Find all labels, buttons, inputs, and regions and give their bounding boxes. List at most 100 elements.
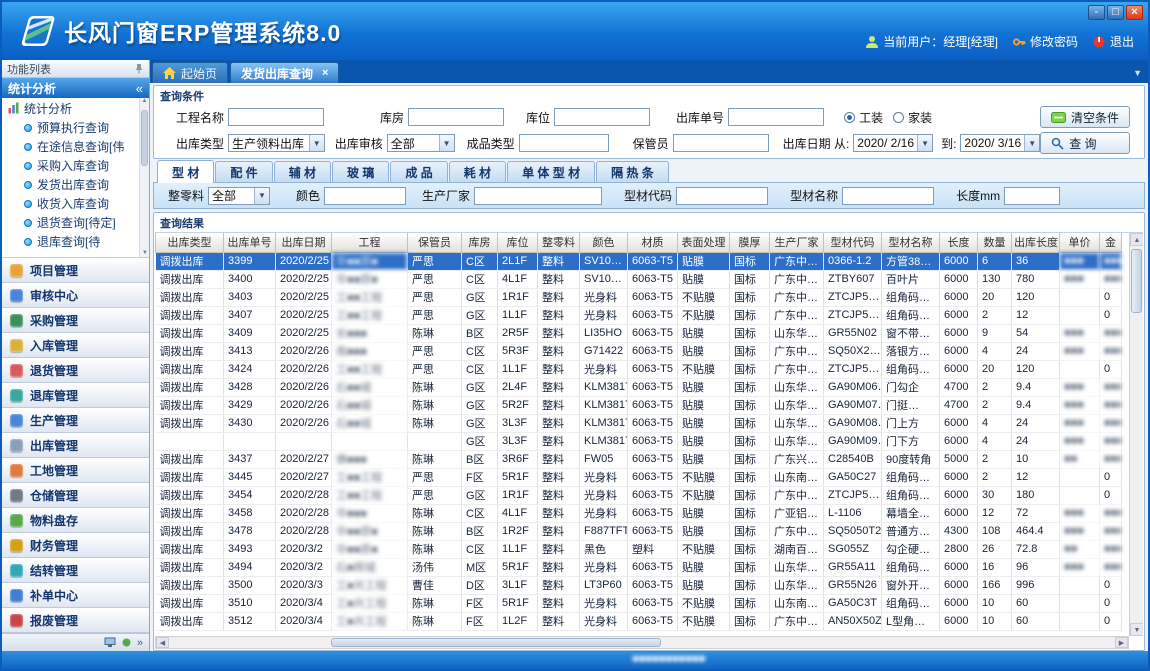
- column-header[interactable]: 整零料: [538, 233, 580, 252]
- sidebar-menu-item[interactable]: 结转管理: [2, 558, 149, 583]
- order-no-input[interactable]: [728, 108, 824, 126]
- tab-close-icon[interactable]: ×: [322, 68, 328, 78]
- table-row[interactable]: 调拨出库34072020/2/25工■■工程严思G区1L1F整料光身料6063-…: [156, 306, 1122, 324]
- tree-scrollbar-thumb[interactable]: [141, 110, 148, 166]
- column-header[interactable]: 颜色: [580, 233, 628, 252]
- pin-icon[interactable]: [134, 63, 144, 74]
- search-button[interactable]: 查 询: [1040, 132, 1130, 154]
- material-tab[interactable]: 玻 璃: [332, 161, 389, 182]
- radio-jiazhuang[interactable]: 家装: [893, 109, 932, 126]
- table-row[interactable]: 调拨出库34002020/2/25华■■原■严思C区4L1F整料SV10…606…: [156, 270, 1122, 288]
- column-header[interactable]: 长度: [940, 233, 978, 252]
- column-header[interactable]: 数量: [978, 233, 1012, 252]
- horizontal-scrollbar[interactable]: ◀ ▶: [155, 636, 1129, 649]
- sidebar-menu-item[interactable]: 出库管理: [2, 433, 149, 458]
- radio-gongzhuang[interactable]: 工装: [844, 109, 883, 126]
- keeper-input[interactable]: [673, 134, 769, 152]
- chevron-down-icon[interactable]: ▼: [309, 135, 324, 151]
- chevron-down-icon[interactable]: ▼: [254, 188, 269, 204]
- table-row[interactable]: 调拨出库34932020/3/2华■■原■陈琳C区1L1F整料黑色塑料不贴膜国标…: [156, 540, 1122, 558]
- table-row[interactable]: 调拨出库34292020/2/26石■■城陈琳G区5R2F整料KLM381760…: [156, 396, 1122, 414]
- table-row[interactable]: 调拨出库34582020/2/28华■■■陈琳C区4L1F整料光身料6063-T…: [156, 504, 1122, 522]
- sidebar-menu-item[interactable]: 财务管理: [2, 533, 149, 558]
- sidebar-tree-item[interactable]: 退货查询[待定]: [2, 213, 149, 232]
- tab-shipment-out-query[interactable]: 发货出库查询 ×: [230, 62, 339, 83]
- material-tab[interactable]: 成 品: [390, 161, 447, 182]
- material-tab[interactable]: 耗 材: [449, 161, 506, 182]
- column-header[interactable]: 生产厂家: [770, 233, 824, 252]
- length-input[interactable]: [1004, 187, 1060, 205]
- table-row[interactable]: 调拨出库34782020/2/28华■■原■陈琳B区1R2F整料F887TFT6…: [156, 522, 1122, 540]
- tab-start-page[interactable]: 起始页: [152, 62, 228, 83]
- table-row[interactable]: 调拨出库34242020/2/26工■■工程严思C区1L1F整料光身料6063-…: [156, 360, 1122, 378]
- sidebar-menu-item[interactable]: 生产管理: [2, 408, 149, 433]
- sidebar-menu-item[interactable]: 补单中心: [2, 583, 149, 608]
- table-row[interactable]: 调拨出库34302020/2/26石■■城陈琳G区3L3F整料KLM381760…: [156, 414, 1122, 432]
- footer-more-button[interactable]: »: [137, 637, 143, 649]
- scroll-up-icon[interactable]: ▲: [1130, 233, 1143, 246]
- table-row[interactable]: 调拨出库34452020/2/27工■■工程严思F区5R1F整料光身料6063-…: [156, 468, 1122, 486]
- scroll-down-icon[interactable]: ▼: [1130, 623, 1143, 636]
- sidebar-menu-item[interactable]: 报废管理: [2, 608, 149, 633]
- sidebar-menu-item[interactable]: 工地管理: [2, 458, 149, 483]
- collapse-icon[interactable]: «: [136, 81, 143, 96]
- logout-button[interactable]: 退出: [1092, 33, 1134, 50]
- table-row[interactable]: G区3L3F整料KLM38176063-T5贴膜国标山东华…GA90M09…门下…: [156, 432, 1122, 450]
- sidebar-menu-item[interactable]: 仓储管理: [2, 483, 149, 508]
- column-header[interactable]: 型材名称: [882, 233, 940, 252]
- sidebar-menu-item[interactable]: 入库管理: [2, 333, 149, 358]
- table-row[interactable]: 调拨出库34542020/2/28工■■工程严思G区1R1F整料光身料6063-…: [156, 486, 1122, 504]
- material-tab[interactable]: 型 材: [157, 160, 214, 183]
- sidebar-menu-item[interactable]: 审核中心: [2, 283, 149, 308]
- product-type-input[interactable]: [519, 134, 609, 152]
- audit-select[interactable]: 全部▼: [387, 134, 455, 152]
- sidebar-tree-item[interactable]: 发货出库查询: [2, 175, 149, 194]
- material-tab[interactable]: 单 体 型 材: [507, 161, 595, 182]
- minimize-button[interactable]: -: [1088, 5, 1105, 20]
- material-tab[interactable]: 隔 热 条: [596, 161, 669, 182]
- scroll-left-icon[interactable]: ◀: [156, 637, 169, 648]
- table-row[interactable]: 调拨出库34372020/2/27佛■■■陈琳B区3R6F整料FW056063-…: [156, 450, 1122, 468]
- sidebar-tree-item[interactable]: 预算执行查询: [2, 118, 149, 137]
- table-row[interactable]: 调拨出库35122020/3/4工■共工程陈琳F区1L2F整料光身料6063-T…: [156, 612, 1122, 630]
- sidebar-tree-item[interactable]: 退库查询[待: [2, 232, 149, 251]
- out-type-select[interactable]: 生产领料出库▼: [228, 134, 325, 152]
- scroll-right-icon[interactable]: ▶: [1115, 637, 1128, 648]
- maximize-button[interactable]: □: [1107, 5, 1124, 20]
- table-row[interactable]: 调拨出库34132020/2/26南■■■严思C区5R3F整料G71422606…: [156, 342, 1122, 360]
- sidebar-menu-item[interactable]: 采购管理: [2, 308, 149, 333]
- sidebar-group-header[interactable]: 统计分析 «: [2, 78, 149, 98]
- close-button[interactable]: ×: [1126, 5, 1143, 20]
- sidebar-tree-item[interactable]: 收货入库查询: [2, 194, 149, 213]
- tree-root-node[interactable]: 统计分析: [2, 98, 149, 118]
- material-tab[interactable]: 配 件: [215, 161, 272, 182]
- column-header[interactable]: 工程: [332, 233, 408, 252]
- profile-name-input[interactable]: [842, 187, 934, 205]
- column-header[interactable]: 库房: [462, 233, 498, 252]
- tab-list-dropdown-icon[interactable]: ▼: [1133, 68, 1142, 78]
- table-row[interactable]: 调拨出库34942020/3/2石■辉城汤伟M区5R1F整料光身料6063-T5…: [156, 558, 1122, 576]
- column-header[interactable]: 保管员: [408, 233, 462, 252]
- change-password-button[interactable]: 修改密码: [1012, 33, 1078, 50]
- table-row[interactable]: 调拨出库35002020/3/3工■共工程曹佳D区3L1F整料LT3P60606…: [156, 576, 1122, 594]
- radio-jiazhuang-dot[interactable]: [893, 112, 904, 123]
- location-input[interactable]: [554, 108, 650, 126]
- column-header[interactable]: 出库日期: [276, 233, 332, 252]
- column-header[interactable]: 型材代码: [824, 233, 882, 252]
- column-header[interactable]: 出库类型: [156, 233, 224, 252]
- column-header[interactable]: 出库单号: [224, 233, 276, 252]
- column-header[interactable]: 出库长度: [1012, 233, 1060, 252]
- sidebar-tree-item[interactable]: 在途信息查询[伟: [2, 137, 149, 156]
- profile-code-input[interactable]: [676, 187, 768, 205]
- warehouse-input[interactable]: [408, 108, 504, 126]
- material-tab[interactable]: 辅 材: [274, 161, 331, 182]
- table-row[interactable]: 调拨出库34092020/2/25长■■■陈琳B区2R5F整料LI35HO606…: [156, 324, 1122, 342]
- table-row[interactable]: 调拨出库35102020/3/4工■共工程陈琳F区5R1F整料光身料6063-T…: [156, 594, 1122, 612]
- color-input[interactable]: [324, 187, 406, 205]
- chevron-down-icon[interactable]: ▼: [917, 135, 932, 151]
- chevron-down-icon[interactable]: ▼: [1024, 135, 1039, 151]
- sidebar-menu-item[interactable]: 退库管理: [2, 383, 149, 408]
- manufacturer-input[interactable]: [474, 187, 602, 205]
- clear-conditions-button[interactable]: 清空条件: [1040, 106, 1130, 128]
- sidebar-menu-item[interactable]: 退货管理: [2, 358, 149, 383]
